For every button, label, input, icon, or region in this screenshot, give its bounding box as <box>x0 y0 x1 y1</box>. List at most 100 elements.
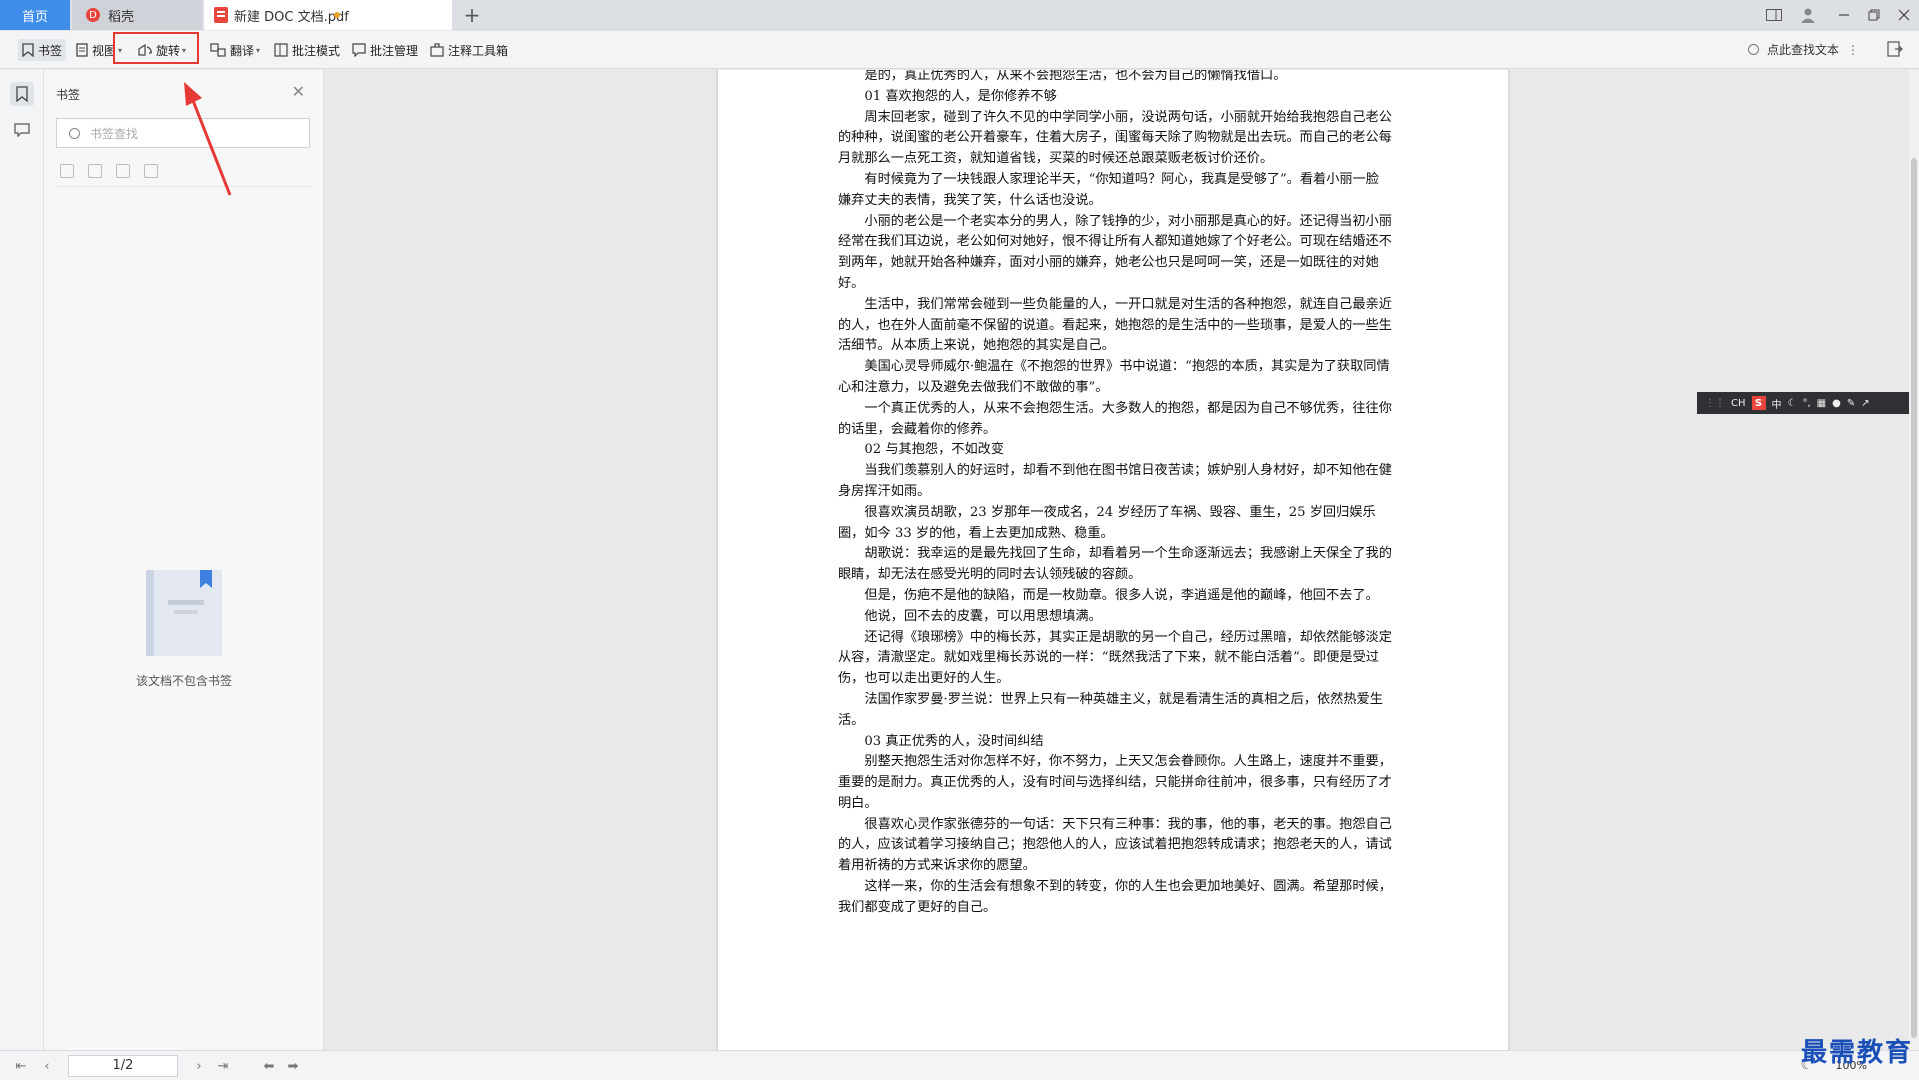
user-avatar-icon[interactable] <box>1793 0 1823 30</box>
paragraph: 法国作家罗曼·罗兰说：世界上只有一种英雄主义，就是看清生活的真相之后，依然热爱生… <box>838 691 1383 728</box>
paragraph: 美国心灵导师威尔·鲍温在《不抱怨的世界》书中说道：“抱怨的本质，其实是为了获取同… <box>838 359 1390 395</box>
paragraph: 很喜欢心灵作家张德芬的一句话：天下只有三种事：我的事，他的事，老天的事。抱怨自己… <box>838 816 1392 874</box>
first-page-icon[interactable]: ⇤ <box>12 1057 30 1075</box>
find-text-button[interactable]: 点此查找文本 ⋮ <box>1747 41 1859 58</box>
expand-all-icon[interactable] <box>60 164 74 178</box>
paragraph: 他说，回不去的皮囊，可以用思想填满。 <box>864 608 1102 624</box>
section-heading: 01 喜欢抱怨的人，是你修养不够 <box>864 88 1057 104</box>
empty-bookmark-text: 该文档不包含书签 <box>135 674 232 688</box>
close-icon[interactable]: ✕ <box>292 82 305 101</box>
exit-icon[interactable] <box>1887 41 1903 61</box>
more-options-icon[interactable]: ⋮ <box>1847 43 1859 57</box>
back-icon[interactable]: ⬅ <box>260 1057 278 1075</box>
section-heading: 03 真正优秀的人，没时间纠结 <box>864 733 1044 749</box>
collapse-all-icon[interactable] <box>88 164 102 178</box>
ime-toolbar[interactable]: ⋮⋮ CH S 中 ☾ °, ▦ ● ✎ ↗ <box>1697 392 1919 414</box>
paragraph: 周末回老家，碰到了许久不见的中学同学小丽，没说两句话，小丽就开始给我抱怨自己老公… <box>838 109 1392 167</box>
bookmark-button[interactable]: 书签 <box>18 39 67 61</box>
keyboard-icon[interactable]: ▦ <box>1817 398 1826 409</box>
tab-document[interactable]: 新建 DOC 文档.pdf <box>204 0 452 30</box>
translate-button[interactable]: 翻译 ▾ <box>210 39 260 61</box>
minimize-icon[interactable] <box>1829 0 1859 30</box>
panel-tools <box>60 164 158 178</box>
tab-daoke-label: 稻壳 <box>108 9 135 25</box>
annotate-mode-button[interactable]: 批注模式 <box>274 39 340 61</box>
find-text-label: 点此查找文本 <box>1766 43 1839 57</box>
paragraph: 胡歌说：我幸运的是最先找回了生命，却看着另一个生命逐渐远去；我感谢上天保全了我的… <box>838 546 1392 583</box>
bookmark-icon <box>22 43 34 57</box>
tab-bar: 首页 D 稻壳 新建 DOC 文档.pdf + <box>0 0 1919 30</box>
toolbox-icon <box>430 43 444 57</box>
status-bar: ⇤ ‹ 1/2 › ⇥ ⬅ ➡ ☾ 100% <box>0 1050 1919 1080</box>
paragraph: 这样一来，你的生活会有想象不到的转变，你的人生也会更加地美好、圆满。希望那时候，… <box>838 879 1392 915</box>
comment-icon <box>352 43 366 57</box>
chevron-down-icon: ▾ <box>256 45 261 55</box>
paragraph: 有时候竟为了一块钱跟人家理论半天，“你知道吗？阿心，我真是受够了”。看着小丽一脸… <box>838 171 1379 208</box>
paragraph: 生活中，我们常常会碰到一些负能量的人，一开口就是对生活的各种抱怨，就连自己最亲近… <box>838 296 1392 354</box>
drag-handle-icon[interactable]: ⋮⋮ <box>1705 398 1725 409</box>
document-area[interactable]: 是的，真正优秀的人，从来不会抱怨生活，也不会为自己的懒惰找借口。 01 喜欢抱怨的… <box>325 70 1919 1050</box>
rotate-highlight-box <box>113 32 199 64</box>
page-number-input[interactable]: 1/2 <box>68 1055 178 1077</box>
unsaved-dot-icon <box>334 12 340 18</box>
ime-lang[interactable]: CH <box>1731 398 1746 409</box>
comment-icon <box>14 123 30 137</box>
moon-icon[interactable]: ☾ <box>1788 398 1797 409</box>
paragraph: 一个真正优秀的人，从来不会抱怨生活。大多数人的抱怨，都是因为自己不够优秀，往往你… <box>838 400 1392 437</box>
search-icon <box>1747 44 1759 55</box>
rail-comment-button[interactable] <box>10 118 34 142</box>
toolbar: 书签 视图 ▾ 旋转 ▾ 翻译 ▾ 批注模式 批注管理 注释工具箱 点此查找文本… <box>0 31 1919 69</box>
expand-icon[interactable]: ↗ <box>1861 398 1869 409</box>
ime-mode[interactable]: 中 <box>1772 396 1782 411</box>
scrollbar-thumb[interactable] <box>1911 158 1917 1038</box>
sogou-logo-icon: S <box>1751 396 1766 410</box>
translate-icon <box>210 43 226 57</box>
last-page-icon[interactable]: ⇥ <box>214 1057 232 1075</box>
bookmark-label: 书签 <box>38 43 63 58</box>
forward-icon[interactable]: ➡ <box>284 1057 302 1075</box>
new-tab-button[interactable]: + <box>460 3 484 27</box>
annotate-mode-label: 批注模式 <box>292 43 341 58</box>
watermark-logo: 最需教育 <box>1800 1038 1913 1068</box>
user-icon[interactable]: ● <box>1832 398 1841 409</box>
panel-title: 书签 <box>56 88 81 102</box>
search-icon <box>69 127 80 139</box>
tab-document-label: 新建 DOC 文档.pdf <box>234 9 349 25</box>
punctuation-icon[interactable]: °, <box>1802 398 1810 409</box>
annotate-manage-label: 批注管理 <box>370 43 419 58</box>
bookmark-search-placeholder: 书签查找 <box>90 126 139 141</box>
paragraph: 是的，真正优秀的人，从来不会抱怨生活，也不会为自己的懒惰找借口。 <box>864 70 1287 83</box>
annotate-tools-label: 注释工具箱 <box>448 43 509 58</box>
wrench-icon[interactable]: ✎ <box>1847 398 1855 409</box>
bookmark-icon <box>16 86 28 102</box>
annotate-mode-icon <box>274 43 288 57</box>
paragraph: 还记得《琅琊榜》中的梅长苏，其实正是胡歌的另一个自己，经历过黑暗，却依然能够淡定… <box>838 629 1392 687</box>
paragraph: 小丽的老公是一个老实本分的男人，除了钱挣的少，对小丽那是真心的好。还记得当初小丽… <box>838 213 1392 291</box>
tab-home-label: 首页 <box>21 9 48 25</box>
restore-icon[interactable] <box>1859 0 1889 30</box>
section-heading: 02 与其抱怨，不如改变 <box>864 442 1005 458</box>
tab-home[interactable]: 首页 <box>0 0 70 30</box>
annotation-arrow-icon <box>184 82 232 196</box>
close-window-icon[interactable] <box>1889 0 1919 30</box>
vertical-scrollbar[interactable] <box>1909 70 1919 1050</box>
prev-page-icon[interactable]: ‹ <box>38 1057 56 1075</box>
paragraph: 但是，伤疤不是他的缺陷，而是一枚勋章。很多人说，李逍遥是他的巅峰，他回不去了。 <box>864 587 1379 603</box>
translate-label: 翻译 <box>230 43 255 58</box>
rail-bookmark-button[interactable] <box>10 82 34 106</box>
paragraph: 别整天抱怨生活对你怎样不好，你不努力，上天又怎会眷顾你。人生路上，速度并不重要，… <box>838 754 1392 811</box>
annotate-manage-button[interactable]: 批注管理 <box>352 39 418 61</box>
tab-daoke[interactable]: D 稻壳 <box>72 0 202 30</box>
pdf-file-icon <box>214 7 228 23</box>
empty-bookmark-illustration <box>146 570 222 656</box>
pdf-page[interactable]: 是的，真正优秀的人，从来不会抱怨生活，也不会为自己的懒惰找借口。 01 喜欢抱怨的… <box>718 70 1508 1050</box>
left-rail <box>0 70 44 1050</box>
add-bookmark-icon[interactable] <box>116 164 130 178</box>
delete-bookmark-icon[interactable] <box>144 164 158 178</box>
view-icon <box>76 43 88 57</box>
annotate-tools-button[interactable]: 注释工具箱 <box>430 39 508 61</box>
next-page-icon[interactable]: › <box>190 1057 208 1075</box>
layout-icon[interactable] <box>1759 0 1789 30</box>
paragraph: 当我们羡慕别人的好运时，却看不到他在图书馆日夜苦读；嫉妒别人身材好，却不知他在健… <box>838 463 1392 499</box>
bookmark-panel: 书签 ✕ 书签查找 该文档不包含书签 <box>44 70 324 1050</box>
